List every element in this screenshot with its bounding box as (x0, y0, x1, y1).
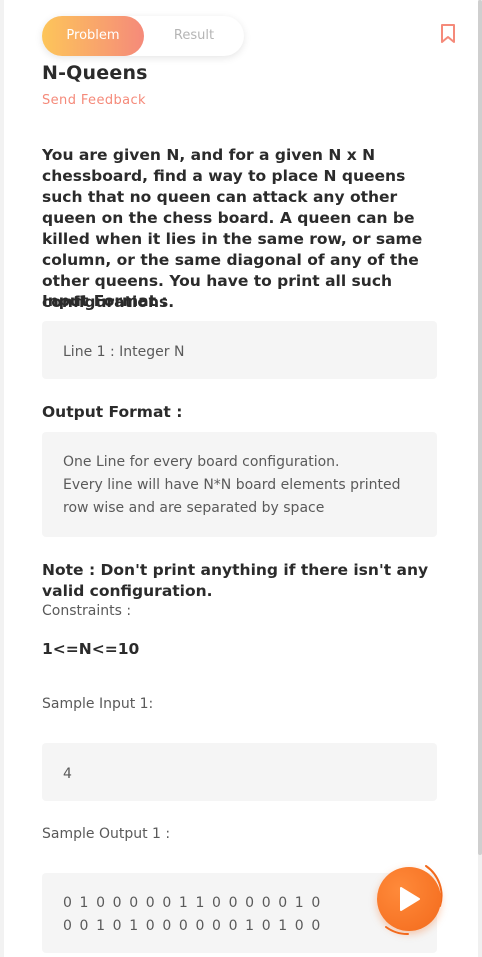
left-edge (0, 0, 4, 957)
output-format-box: One Line for every board configuration. … (42, 432, 437, 537)
scrollbar-thumb[interactable] (478, 0, 482, 855)
problem-title: N-Queens (42, 62, 148, 84)
play-icon (400, 887, 420, 911)
constraints-value: 1<=N<=10 (42, 640, 140, 658)
sample-input-value: 4 (63, 766, 72, 782)
input-format-box: Line 1 : Integer N (42, 321, 437, 379)
sample-input-label: Sample Input 1: (42, 696, 154, 712)
sample-output-label: Sample Output 1 : (42, 826, 171, 842)
output-format-line: row wise and are separated by space (63, 500, 325, 516)
tab-result[interactable]: Result (144, 16, 244, 56)
output-format-line: One Line for every board configuration. (63, 454, 340, 470)
bookmark-icon[interactable] (440, 24, 456, 48)
input-format-label: Input Format : (42, 292, 168, 310)
tab-bar: Problem Result (42, 16, 244, 56)
constraints-label: Constraints : (42, 603, 132, 619)
output-format-line: Every line will have N*N board elements … (63, 477, 401, 493)
input-format-text: Line 1 : Integer N (63, 344, 185, 360)
sample-input-box: 4 (42, 743, 437, 801)
tab-problem[interactable]: Problem (42, 16, 144, 56)
problem-description: You are given N, and for a given N x N c… (42, 146, 423, 311)
note-text: Note : Don't print anything if there isn… (42, 561, 429, 600)
scrollbar-track[interactable] (478, 0, 482, 957)
sample-output-line: 0 1 0 0 0 0 0 1 1 0 0 0 0 0 1 0 (63, 895, 322, 911)
send-feedback-link[interactable]: Send Feedback (42, 93, 146, 108)
sample-output-line: 0 0 1 0 1 0 0 0 0 0 0 1 0 1 0 0 (63, 918, 322, 934)
output-format-label: Output Format : (42, 403, 183, 421)
run-button[interactable] (368, 858, 448, 938)
